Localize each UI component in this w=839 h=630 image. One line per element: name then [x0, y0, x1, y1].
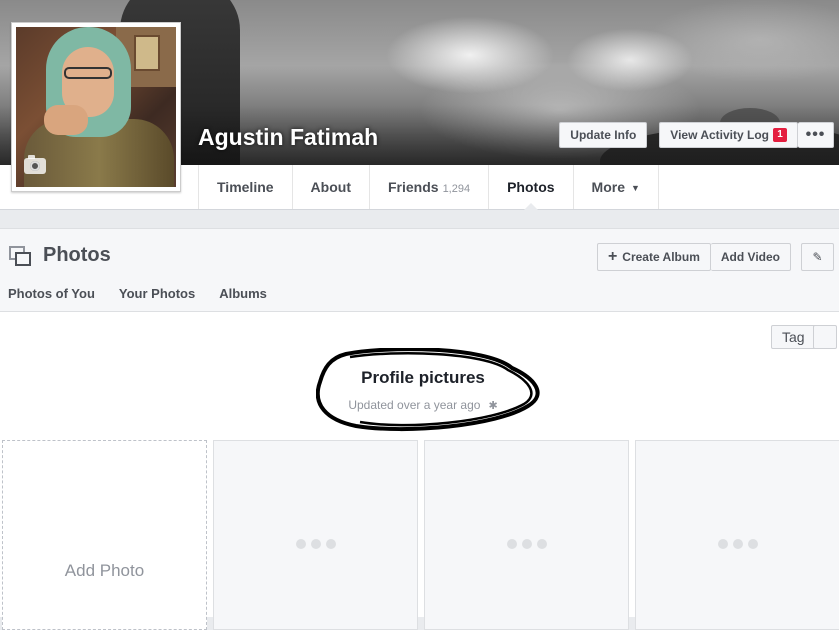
photo-tile[interactable] — [424, 440, 629, 630]
photo-tile[interactable] — [635, 440, 839, 630]
loading-dots-icon — [717, 539, 758, 549]
caret-down-icon: ▼ — [631, 183, 640, 194]
create-album-button[interactable]: + Create Album — [596, 243, 711, 271]
add-video-button[interactable]: Add Video — [710, 243, 791, 271]
tag-button[interactable]: Tag — [771, 325, 816, 349]
add-photo-label: Add Photo — [64, 561, 145, 580]
photo-bg-frame — [134, 35, 160, 71]
loading-dots-icon — [295, 539, 336, 549]
photos-header: Photos + Create Album Add Video ✎ Photos… — [0, 228, 839, 312]
add-photo-tile[interactable]: Add Photo — [2, 440, 207, 630]
photo-glasses — [64, 67, 112, 79]
nav-tabs: Timeline About Friends 1,294 Photos More ▼ — [198, 165, 659, 210]
profile-picture[interactable] — [11, 22, 181, 192]
photos-subtabs: Photos of You Your Photos Albums — [8, 286, 267, 301]
tab-timeline[interactable]: Timeline — [199, 165, 293, 209]
tab-more-label: More — [591, 179, 625, 195]
photo-tile[interactable] — [213, 440, 418, 630]
pencil-icon: ✎ — [812, 250, 823, 264]
tab-friends-label: Friends — [387, 179, 439, 195]
updated-text: Updated over a year ago — [348, 398, 481, 412]
gear-icon[interactable]: ✱ — [488, 399, 497, 412]
photos-icon — [9, 246, 31, 266]
more-options-button[interactable]: ••• — [798, 122, 834, 148]
subtab-photos-of-you[interactable]: Photos of You — [8, 286, 95, 301]
photo-grid: Add Photo — [2, 440, 839, 630]
plus-icon: + — [607, 248, 618, 265]
activity-button-group: View Activity Log 1 ••• — [659, 122, 834, 148]
options-square-button[interactable] — [813, 325, 837, 349]
subtab-albums[interactable]: Albums — [219, 286, 267, 301]
more-dots-icon: ••• — [805, 126, 826, 143]
photos-title[interactable]: Photos — [43, 244, 111, 267]
notification-badge: 1 — [773, 128, 787, 142]
create-album-label: Create Album — [622, 250, 700, 264]
loading-dots-icon — [506, 539, 547, 549]
friends-count: 1,294 — [442, 183, 471, 195]
update-info-button[interactable]: Update Info — [559, 122, 648, 148]
camera-icon[interactable] — [24, 155, 46, 174]
photo-hands — [44, 105, 88, 135]
photos-actions: + Create Album Add Video — [596, 243, 791, 271]
album-content: Tag Profile pictures Updated over a year… — [0, 312, 839, 630]
view-activity-log-button[interactable]: View Activity Log 1 — [659, 122, 798, 148]
edit-button[interactable]: ✎ — [801, 243, 834, 271]
subtab-your-photos[interactable]: Your Photos — [119, 286, 195, 301]
cover-actions: Update Info View Activity Log 1 ••• — [559, 122, 834, 148]
tab-photos[interactable]: Photos — [489, 165, 574, 210]
tab-more[interactable]: More ▼ — [574, 165, 659, 209]
album-title-block: Profile pictures Updated over a year ago… — [316, 348, 544, 432]
tab-friends[interactable]: Friends 1,294 — [370, 165, 490, 209]
album-title: Profile pictures — [361, 368, 485, 387]
profile-name[interactable]: Agustin Fatimah — [198, 124, 378, 151]
activity-log-label: View Activity Log — [670, 128, 769, 142]
tab-about[interactable]: About — [293, 165, 370, 209]
hand-drawn-circle — [316, 348, 540, 432]
album-updated: Updated over a year ago ✱ — [316, 398, 530, 412]
